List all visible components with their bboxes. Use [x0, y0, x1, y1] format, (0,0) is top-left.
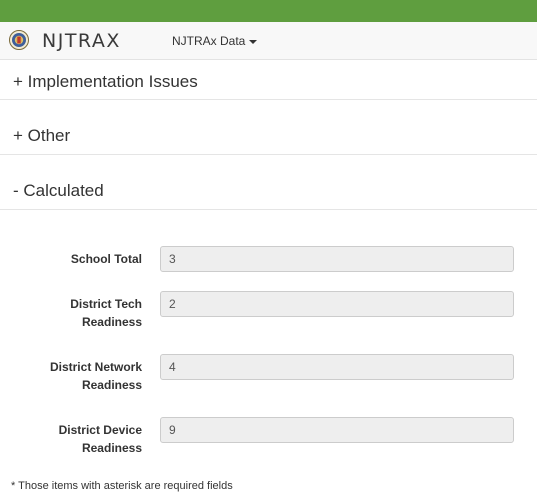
district-device-readiness-value: 9: [169, 423, 176, 437]
school-total-field[interactable]: 3: [160, 246, 514, 272]
school-total-label-text: School Total: [70, 252, 142, 266]
section-calculated: - Calculated: [0, 155, 537, 210]
njtrax-data-dropdown[interactable]: NJTRAx Data: [172, 33, 258, 49]
caret-down-icon: [249, 39, 258, 44]
section-other: + Other: [0, 100, 537, 155]
school-total-label: School Total: [10, 250, 142, 268]
brand-logo[interactable]: NJTRAX: [42, 30, 121, 52]
district-network-readiness-label-line1: District Network: [49, 360, 142, 374]
top-accent-bar: [0, 0, 537, 22]
navbar: NJTRAX NJTRAx Data: [0, 22, 537, 60]
section-implementation-issues: + Implementation Issues: [0, 60, 537, 100]
dropdown-label: NJTRAx Data: [172, 34, 246, 48]
district-tech-readiness-value: 2: [169, 297, 176, 311]
district-network-readiness-label: District Network Readiness: [10, 358, 142, 394]
district-network-readiness-field[interactable]: 4: [160, 354, 514, 380]
nj-state-seal-icon[interactable]: [9, 30, 29, 50]
section-toggle-implementation-issues[interactable]: + Implementation Issues: [13, 72, 198, 92]
district-tech-readiness-label-line1: District Tech: [70, 297, 142, 311]
district-tech-readiness-label: District Tech Readiness: [10, 295, 142, 331]
section-toggle-other[interactable]: + Other: [13, 126, 70, 146]
district-tech-readiness-label-line2: Readiness: [81, 315, 142, 329]
required-fields-footnote: * Those items with asterisk are required…: [11, 480, 233, 492]
section-toggle-calculated[interactable]: - Calculated: [13, 181, 104, 201]
district-device-readiness-field[interactable]: 9: [160, 417, 514, 443]
district-network-readiness-value: 4: [169, 360, 176, 374]
district-tech-readiness-field[interactable]: 2: [160, 291, 514, 317]
school-total-value: 3: [169, 252, 176, 266]
district-device-readiness-label-line2: Readiness: [81, 441, 142, 455]
district-device-readiness-label: District Device Readiness: [10, 421, 142, 457]
district-network-readiness-label-line2: Readiness: [81, 378, 142, 392]
district-device-readiness-label-line1: District Device: [58, 423, 142, 437]
